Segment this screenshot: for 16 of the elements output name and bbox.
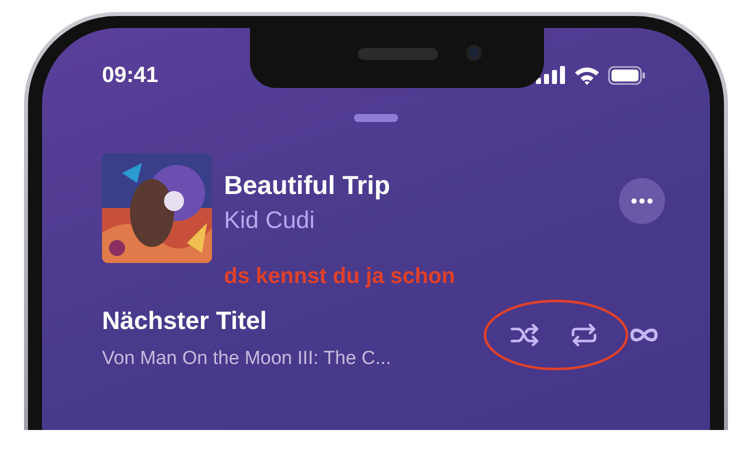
signal-icon (536, 66, 566, 84)
more-button[interactable] (619, 178, 665, 224)
annotation-text: ds kennst du ja schon (224, 263, 456, 288)
repeat-button[interactable] (570, 322, 598, 346)
ellipsis-icon (631, 198, 653, 204)
shuffle-button[interactable] (510, 324, 540, 346)
section-subtitle: Von Man On the Moon III: The C... (102, 348, 392, 370)
battery-icon (608, 66, 646, 84)
camera-icon (466, 45, 482, 61)
track-artist: Kid Cudi (224, 206, 316, 234)
infinity-button[interactable] (628, 326, 660, 344)
section-heading: Nächster Titel (102, 307, 268, 336)
sheet-grabber[interactable] (354, 114, 398, 122)
wifi-icon (574, 66, 600, 84)
status-time: 09:41 (102, 62, 158, 88)
track-title: Beautiful Trip (224, 170, 392, 200)
